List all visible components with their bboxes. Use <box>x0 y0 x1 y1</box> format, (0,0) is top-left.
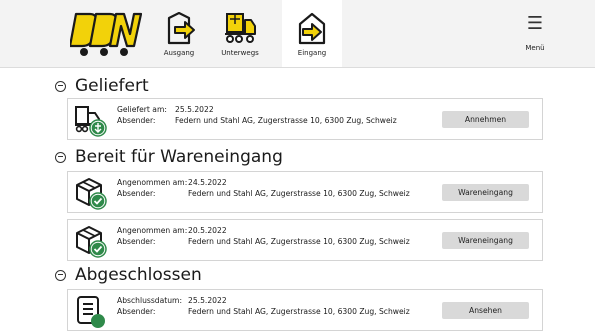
section-title-ready: Bereit für Wareneingang <box>75 147 283 167</box>
truck-icon <box>225 13 256 43</box>
view-button[interactable]: Ansehen <box>442 302 529 319</box>
closed-card: Abschlussdatum: 25.5.2022 Absender: Federn… <box>67 289 543 331</box>
accepted-date: 24.5.2022 <box>188 178 227 187</box>
accept-button[interactable]: Annehmen <box>442 111 529 128</box>
collapse-icon <box>55 269 66 281</box>
sender-label: Absender: <box>117 237 156 246</box>
top-navigation-bar: Ausgang Unterwegs Eingang ☰ Menü <box>0 0 595 68</box>
accepted-date-label: Angenommen am: <box>117 226 188 235</box>
accepted-date: 20.5.2022 <box>188 226 227 235</box>
menu-label: Menü <box>525 44 545 52</box>
package-checked-icon <box>76 178 107 210</box>
goods-receipt-button[interactable]: Wareneingang <box>442 232 529 249</box>
section-header-ready[interactable]: Bereit für Wareneingang <box>55 147 283 167</box>
sender-value: Federn und Stahl AG, Zugerstrasse 10, 63… <box>175 116 397 125</box>
nav-ausgang[interactable]: Ausgang <box>151 0 207 67</box>
goods-receipt-button[interactable]: Wareneingang <box>442 184 529 201</box>
section-title-delivered: Geliefert <box>75 76 149 96</box>
delivery-truck-icon <box>75 106 107 137</box>
export-arrow-icon <box>167 12 195 45</box>
collapse-icon <box>55 151 66 163</box>
document-list-icon <box>77 296 105 328</box>
ddn-logo <box>70 12 142 56</box>
closing-date: 25.5.2022 <box>188 296 227 305</box>
section-header-delivered[interactable]: Geliefert <box>55 76 149 96</box>
sender-value: Federn und Stahl AG, Zugerstrasse 10, 63… <box>188 189 410 198</box>
nav-label-ausgang: Ausgang <box>163 49 195 57</box>
nav-unterwegs[interactable]: Unterwegs <box>212 0 268 67</box>
ready-card: Angenommen am: 20.5.2022 Absender: Federn … <box>67 219 543 261</box>
section-header-closed[interactable]: Abgeschlossen <box>55 265 202 285</box>
sender-value: Federn und Stahl AG, Zugerstrasse 10, 63… <box>188 237 410 246</box>
import-arrow-icon <box>298 12 326 45</box>
sender-label: Absender: <box>117 307 156 316</box>
nav-label-eingang: Eingang <box>297 49 327 57</box>
nav-eingang[interactable]: Eingang <box>282 0 342 67</box>
sender-value: Federn und Stahl AG, Zugerstrasse 10, 63… <box>188 307 410 316</box>
delivered-date-label: Geliefert am: <box>117 105 167 114</box>
ready-card: Angenommen am: 24.5.2022 Absender: Federn … <box>67 171 543 213</box>
sender-label: Absender: <box>117 189 156 198</box>
menu-button[interactable]: ☰ Menü <box>513 14 557 62</box>
closing-date-label: Abschlussdatum: <box>117 296 183 305</box>
collapse-icon <box>55 80 66 92</box>
accepted-date-label: Angenommen am: <box>117 178 188 187</box>
package-checked-icon <box>76 226 107 258</box>
hamburger-icon: ☰ <box>526 13 544 34</box>
nav-label-unterwegs: Unterwegs <box>221 49 259 57</box>
delivered-date: 25.5.2022 <box>175 105 214 114</box>
delivery-card: Geliefert am: 25.5.2022 Absender: Federn u… <box>67 98 543 140</box>
sender-label: Absender: <box>117 116 156 125</box>
section-title-closed: Abgeschlossen <box>75 265 202 285</box>
